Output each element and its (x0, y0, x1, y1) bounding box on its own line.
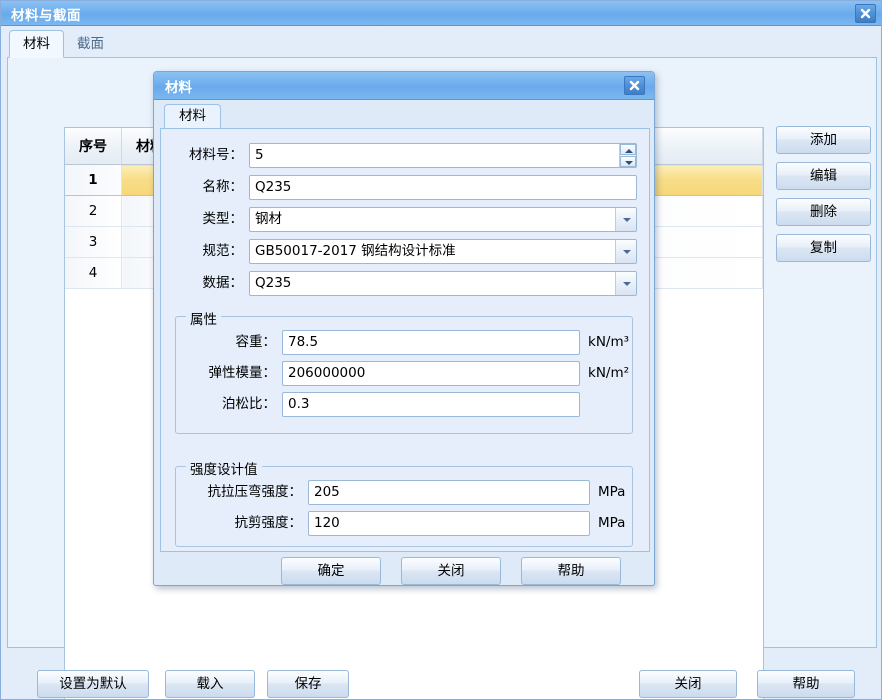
set-as-default-button[interactable]: 设置为默认 (37, 670, 149, 698)
spec-label: 规范： (171, 239, 243, 264)
cell-index: 3 (65, 227, 122, 258)
field-row-shear: 抗剪强度： 120 MPa (184, 511, 624, 536)
field-row-spec: 规范： GB50017-2017 钢结构设计标准 (171, 239, 637, 264)
close-icon (859, 7, 872, 20)
material-dialog: 材料 材料 材料号： 5 名称： Q23 (153, 71, 655, 586)
dialog-titlebar: 材料 (154, 72, 654, 100)
field-row-poisson: 泊松比： 0.3 (184, 392, 624, 417)
chevron-down-icon[interactable] (615, 240, 636, 263)
material-section-window: 材料与截面 材料 截面 序号 材料号 名称 (0, 0, 882, 700)
column-header-index[interactable]: 序号 (65, 128, 122, 165)
window-title: 材料与截面 (11, 4, 81, 24)
field-row-material-no: 材料号： 5 (171, 143, 637, 168)
spec-combobox[interactable]: GB50017-2017 钢结构设计标准 (249, 239, 637, 264)
tab-materials[interactable]: 材料 (9, 30, 64, 58)
dialog-ok-button[interactable]: 确定 (281, 557, 381, 585)
density-input[interactable]: 78.5 (282, 330, 580, 355)
main-tabstrip: 材料 截面 (1, 26, 882, 58)
field-row-name: 名称： Q235 (171, 175, 637, 200)
delete-button[interactable]: 删除 (776, 198, 871, 226)
field-row-tensile: 抗拉压弯强度： 205 MPa (184, 480, 624, 505)
properties-groupbox: 属性 容重： 78.5 kN/m³ 弹性模量： 206000000 kN/m² … (175, 316, 633, 434)
tensile-strength-label: 抗拉压弯强度： (184, 480, 302, 505)
poisson-input[interactable]: 0.3 (282, 392, 580, 417)
modulus-input[interactable]: 206000000 (282, 361, 580, 386)
cell-index: 2 (65, 196, 122, 227)
chevron-down-icon[interactable] (615, 208, 636, 231)
strength-group-title: 强度设计值 (186, 458, 262, 478)
dialog-tabstrip: 材料 (154, 100, 654, 128)
name-label: 名称： (171, 175, 243, 200)
tensile-strength-input[interactable]: 205 (308, 480, 590, 505)
field-row-density: 容重： 78.5 kN/m³ (184, 330, 624, 355)
window-close-button[interactable] (855, 4, 876, 23)
material-no-input[interactable]: 5 (249, 143, 637, 168)
shear-strength-unit: MPa (598, 511, 625, 536)
dialog-tabpage: 材料号： 5 名称： Q235 类型： 钢材 规范： GB50017-201 (160, 128, 650, 552)
tensile-strength-unit: MPa (598, 480, 625, 505)
shear-strength-input[interactable]: 120 (308, 511, 590, 536)
shear-strength-label: 抗剪强度： (184, 511, 302, 536)
data-combobox[interactable]: Q235 (249, 271, 637, 296)
dialog-footer: 确定 关闭 帮助 (154, 552, 654, 586)
add-button[interactable]: 添加 (776, 126, 871, 154)
field-row-modulus: 弹性模量： 206000000 kN/m² (184, 361, 624, 386)
tab-sections[interactable]: 截面 (63, 30, 118, 58)
field-row-data: 数据： Q235 (171, 271, 637, 296)
cell-index: 1 (65, 165, 122, 196)
close-button[interactable]: 关闭 (639, 670, 737, 698)
save-button[interactable]: 保存 (267, 670, 349, 698)
dialog-help-button[interactable]: 帮助 (521, 557, 621, 585)
stepper-down-icon (620, 156, 636, 167)
material-no-label: 材料号： (171, 143, 243, 168)
dialog-close-action[interactable]: 关闭 (401, 557, 501, 585)
window-titlebar: 材料与截面 (1, 1, 882, 26)
copy-button[interactable]: 复制 (776, 234, 871, 262)
chevron-down-icon[interactable] (615, 272, 636, 295)
density-label: 容重： (184, 330, 276, 355)
density-unit: kN/m³ (588, 330, 629, 355)
field-row-type: 类型： 钢材 (171, 207, 637, 232)
dialog-title: 材料 (165, 76, 192, 96)
help-button[interactable]: 帮助 (757, 670, 855, 698)
table-action-buttons: 添加 编辑 删除 复制 (776, 126, 871, 270)
type-label: 类型： (171, 207, 243, 232)
poisson-label: 泊松比： (184, 392, 276, 417)
strength-groupbox: 强度设计值 抗拉压弯强度： 205 MPa 抗剪强度： 120 MPa (175, 466, 633, 547)
material-no-stepper[interactable] (619, 144, 636, 167)
modulus-label: 弹性模量： (184, 361, 276, 386)
stepper-up-icon (620, 144, 636, 155)
name-input[interactable]: Q235 (249, 175, 637, 200)
dialog-close-button[interactable] (624, 76, 645, 95)
load-button[interactable]: 载入 (165, 670, 255, 698)
edit-button[interactable]: 编辑 (776, 162, 871, 190)
data-label: 数据： (171, 271, 243, 296)
dialog-tab-material[interactable]: 材料 (164, 104, 221, 129)
cell-index: 4 (65, 258, 122, 289)
close-icon (628, 79, 641, 92)
properties-group-title: 属性 (186, 308, 221, 328)
modulus-unit: kN/m² (588, 361, 629, 386)
window-footer: 设置为默认 载入 保存 关闭 帮助 (1, 656, 882, 700)
type-combobox[interactable]: 钢材 (249, 207, 637, 232)
